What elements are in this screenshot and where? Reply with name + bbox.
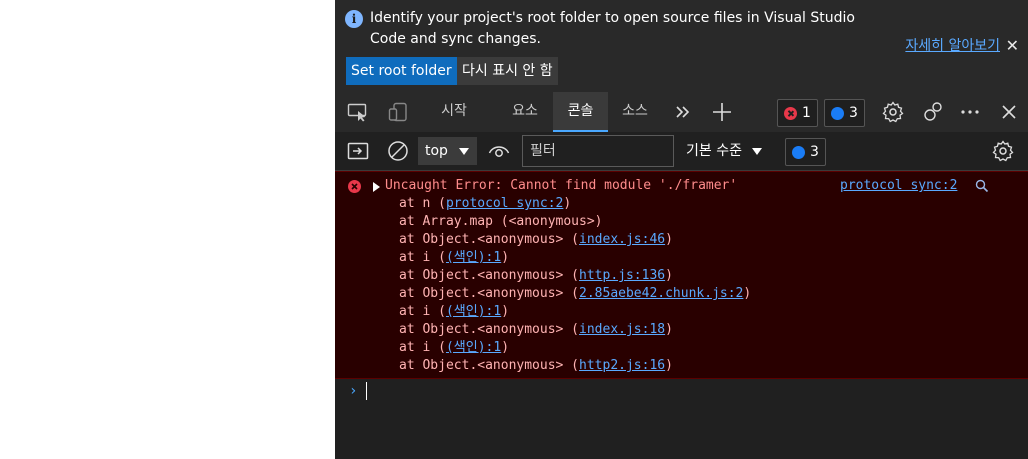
clear-console-icon[interactable] xyxy=(383,136,413,166)
stack-line-suffix: ) xyxy=(665,358,673,373)
stack-line: at Object.<anonymous> (http.js:136) xyxy=(399,267,751,285)
message-icon xyxy=(831,106,844,120)
error-icon xyxy=(348,180,361,193)
stack-source-link[interactable]: index.js:18 xyxy=(579,322,665,337)
error-count: 1 xyxy=(802,105,811,121)
more-options-icon[interactable] xyxy=(955,92,985,132)
gear-icon[interactable] xyxy=(878,92,908,132)
device-emulation-icon[interactable] xyxy=(383,92,413,132)
more-tabs-icon[interactable] xyxy=(668,92,698,132)
stack-line-text: at n ( xyxy=(399,196,446,211)
chevron-down-icon xyxy=(751,148,762,155)
tab-console[interactable]: 콘솔 xyxy=(553,92,608,132)
stack-line: at Object.<anonymous> (index.js:18) xyxy=(399,321,751,339)
stack-line: at Object.<anonymous> (index.js:46) xyxy=(399,231,751,249)
prompt-chevron-icon: › xyxy=(349,383,358,399)
stack-line: at i ((색인):1) xyxy=(399,339,751,357)
stack-line: at i ((색인):1) xyxy=(399,303,751,321)
devtools-panel: i Identify your project's root folder to… xyxy=(335,0,1028,459)
stack-line-suffix: ) xyxy=(501,340,510,355)
stack-line-text: at i ( xyxy=(399,304,446,319)
stack-line-suffix: ) xyxy=(501,250,510,265)
learn-more-link[interactable]: 자세히 알아보기 xyxy=(905,35,1000,55)
context-value: top xyxy=(425,143,448,159)
stack-line: at Object.<anonymous> (2.85aebe42.chunk.… xyxy=(399,285,751,303)
inspect-element-icon[interactable] xyxy=(343,92,373,132)
stack-source-link[interactable]: (색인):1 xyxy=(446,340,501,355)
vscode-infobar: i Identify your project's root folder to… xyxy=(335,0,1028,92)
feedback-icon[interactable] xyxy=(918,92,948,132)
devtools-tabbar: 시작 요소 콘솔 소스 1 3 xyxy=(335,92,1028,133)
error-icon xyxy=(784,106,797,120)
set-root-folder-button[interactable]: Set root folder xyxy=(346,57,457,85)
stack-line-text: at Object.<anonymous> ( xyxy=(399,268,580,283)
issues-count-badge[interactable]: 3 xyxy=(785,138,826,166)
stack-source-link[interactable]: protocol sync:2 xyxy=(446,196,563,211)
close-icon[interactable]: ✕ xyxy=(1006,36,1019,55)
expand-triangle-icon[interactable] xyxy=(373,182,380,192)
stack-line-suffix: ) xyxy=(665,268,673,283)
stack-line-suffix: ) xyxy=(665,322,673,337)
stack-line-suffix: ) xyxy=(501,304,510,319)
stack-line: at n (protocol sync:2) xyxy=(399,195,751,213)
log-levels-dropdown[interactable]: 기본 수준 xyxy=(686,137,764,165)
stack-line-text: at Object.<anonymous> ( xyxy=(399,322,580,337)
add-tab-icon[interactable] xyxy=(707,92,737,132)
stack-line-text: at Object.<anonymous> ( xyxy=(399,358,580,373)
stack-source-link[interactable]: 2.85aebe42.chunk.js:2 xyxy=(579,286,743,301)
console-toolbar: top 기본 수준 3 xyxy=(335,132,1028,171)
stack-line: at Array.map (<anonymous>) xyxy=(399,213,751,231)
tab-welcome[interactable]: 시작 xyxy=(429,92,479,130)
info-icon: i xyxy=(345,10,363,28)
message-count: 3 xyxy=(849,105,858,121)
tab-sources[interactable]: 소스 xyxy=(610,92,660,130)
stack-line-text: at i ( xyxy=(399,250,446,265)
stack-line-text: at Object.<anonymous> ( xyxy=(399,286,580,301)
stack-source-link[interactable]: (색인):1 xyxy=(446,250,501,265)
console-prompt[interactable]: › xyxy=(335,378,1028,404)
stack-line: at Object.<anonymous> (http2.js:16) xyxy=(399,357,751,375)
stack-source-link[interactable]: http2.js:16 xyxy=(579,358,665,373)
stack-source-link[interactable]: index.js:46 xyxy=(579,232,665,247)
eye-icon[interactable] xyxy=(484,136,514,166)
stack-line-suffix: ) xyxy=(743,286,752,301)
stack-line-suffix: ) xyxy=(665,232,673,247)
stack-line-text: at i ( xyxy=(399,340,446,355)
close-devtools-icon[interactable] xyxy=(994,92,1024,132)
error-count-badge[interactable]: 1 xyxy=(777,99,818,127)
search-icon[interactable] xyxy=(975,179,989,193)
message-count-badge[interactable]: 3 xyxy=(824,99,865,127)
error-text: Uncaught Error: Cannot find module './fr… xyxy=(385,178,738,193)
stack-source-link[interactable]: (색인):1 xyxy=(446,304,501,319)
stack-trace: at n (protocol sync:2) at Array.map (<ano… xyxy=(399,195,751,375)
filter-input[interactable] xyxy=(522,135,674,167)
message-icon xyxy=(792,145,805,159)
sidebar-toggle-icon[interactable] xyxy=(343,136,373,166)
stack-source-link[interactable]: http.js:136 xyxy=(579,268,665,283)
issues-count: 3 xyxy=(810,144,819,160)
stack-line-text: at Array.map (<anonymous>) xyxy=(399,214,603,229)
tab-elements[interactable]: 요소 xyxy=(500,92,550,130)
chevron-down-icon xyxy=(459,148,469,155)
error-source-link[interactable]: protocol sync:2 xyxy=(840,178,957,193)
dont-show-again-button[interactable]: 다시 표시 안 함 xyxy=(457,57,558,85)
log-levels-label: 기본 수준 xyxy=(686,143,742,159)
console-settings-gear-icon[interactable] xyxy=(988,136,1018,166)
console-error-message: Uncaught Error: Cannot find module './fr… xyxy=(335,171,1028,379)
stack-line-suffix: ) xyxy=(563,196,572,211)
stack-line-text: at Object.<anonymous> ( xyxy=(399,232,580,247)
text-caret xyxy=(366,382,367,400)
stack-line: at i ((색인):1) xyxy=(399,249,751,267)
infobar-message: Identify your project's root folder to o… xyxy=(370,10,855,47)
context-selector[interactable]: top xyxy=(418,137,477,165)
